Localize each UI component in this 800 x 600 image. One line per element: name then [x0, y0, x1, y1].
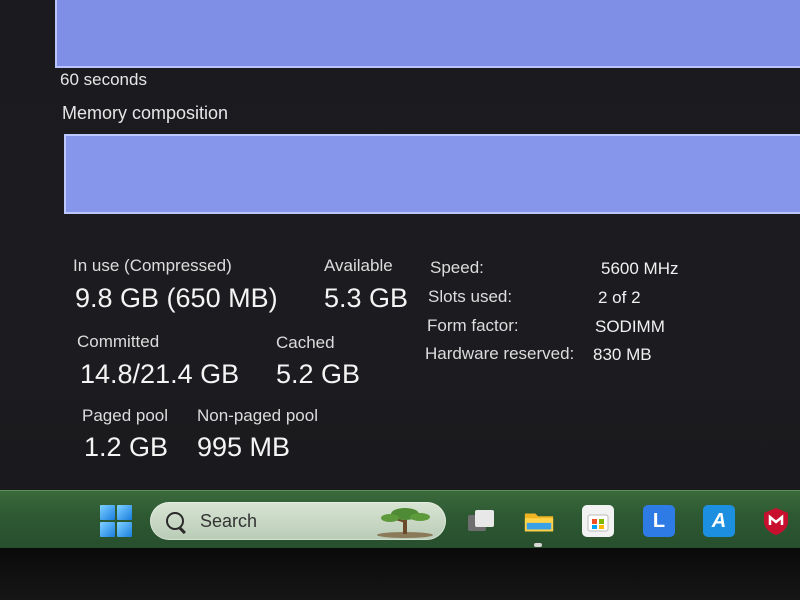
available-value: 5.3 GB: [324, 283, 409, 313]
microsoft-store-icon[interactable]: [582, 505, 614, 537]
form-factor-label: Form factor:: [427, 316, 519, 335]
non-paged-pool-value: 995 MB: [197, 432, 291, 462]
in-use-value: 9.8 GB (650 MB): [75, 283, 278, 313]
paged-pool-label: Paged pool: [82, 406, 169, 425]
windows-start-icon[interactable]: [100, 505, 132, 537]
committed-value: 14.8/21.4 GB: [80, 359, 240, 389]
slots-used-value: 2 of 2: [598, 288, 641, 307]
hardware-reserved-label: Hardware reserved:: [425, 344, 575, 363]
l-app-icon[interactable]: L: [643, 505, 675, 537]
active-app-indicator: [534, 543, 542, 547]
slots-used-label: Slots used:: [428, 287, 513, 306]
mcafee-icon[interactable]: [760, 505, 792, 537]
search-icon: [166, 512, 184, 530]
hardware-reserved-value: 830 MB: [593, 345, 652, 364]
speed-value: 5600 MHz: [601, 259, 679, 278]
non-paged-pool-label: Non-paged pool: [197, 406, 318, 425]
cached-label: Cached: [276, 333, 335, 352]
screen-bezel: [0, 548, 800, 600]
committed-label: Committed: [77, 332, 160, 351]
paged-pool-value: 1.2 GB: [84, 432, 169, 462]
memory-composition-bar: [64, 134, 800, 214]
taskbar-search-box[interactable]: Search: [150, 502, 446, 540]
bonsai-tree-icon: [377, 508, 433, 538]
cached-value: 5.2 GB: [276, 359, 361, 389]
available-label: Available: [324, 256, 393, 275]
memory-composition-label: Memory composition: [62, 103, 229, 123]
taskbar: Search L A: [0, 490, 800, 549]
task-view-icon[interactable]: [465, 505, 497, 537]
in-use-label: In use (Compressed): [73, 256, 232, 275]
task-manager-memory-screen: 60 seconds Memory composition In use (Co…: [0, 0, 800, 600]
graph-time-span-label: 60 seconds: [60, 70, 147, 89]
speed-label: Speed:: [430, 258, 484, 277]
search-placeholder: Search: [200, 511, 258, 531]
a-app-icon[interactable]: A: [703, 505, 735, 537]
memory-usage-graph: [55, 0, 800, 68]
file-explorer-icon[interactable]: [523, 505, 555, 537]
form-factor-value: SODIMM: [595, 317, 665, 336]
